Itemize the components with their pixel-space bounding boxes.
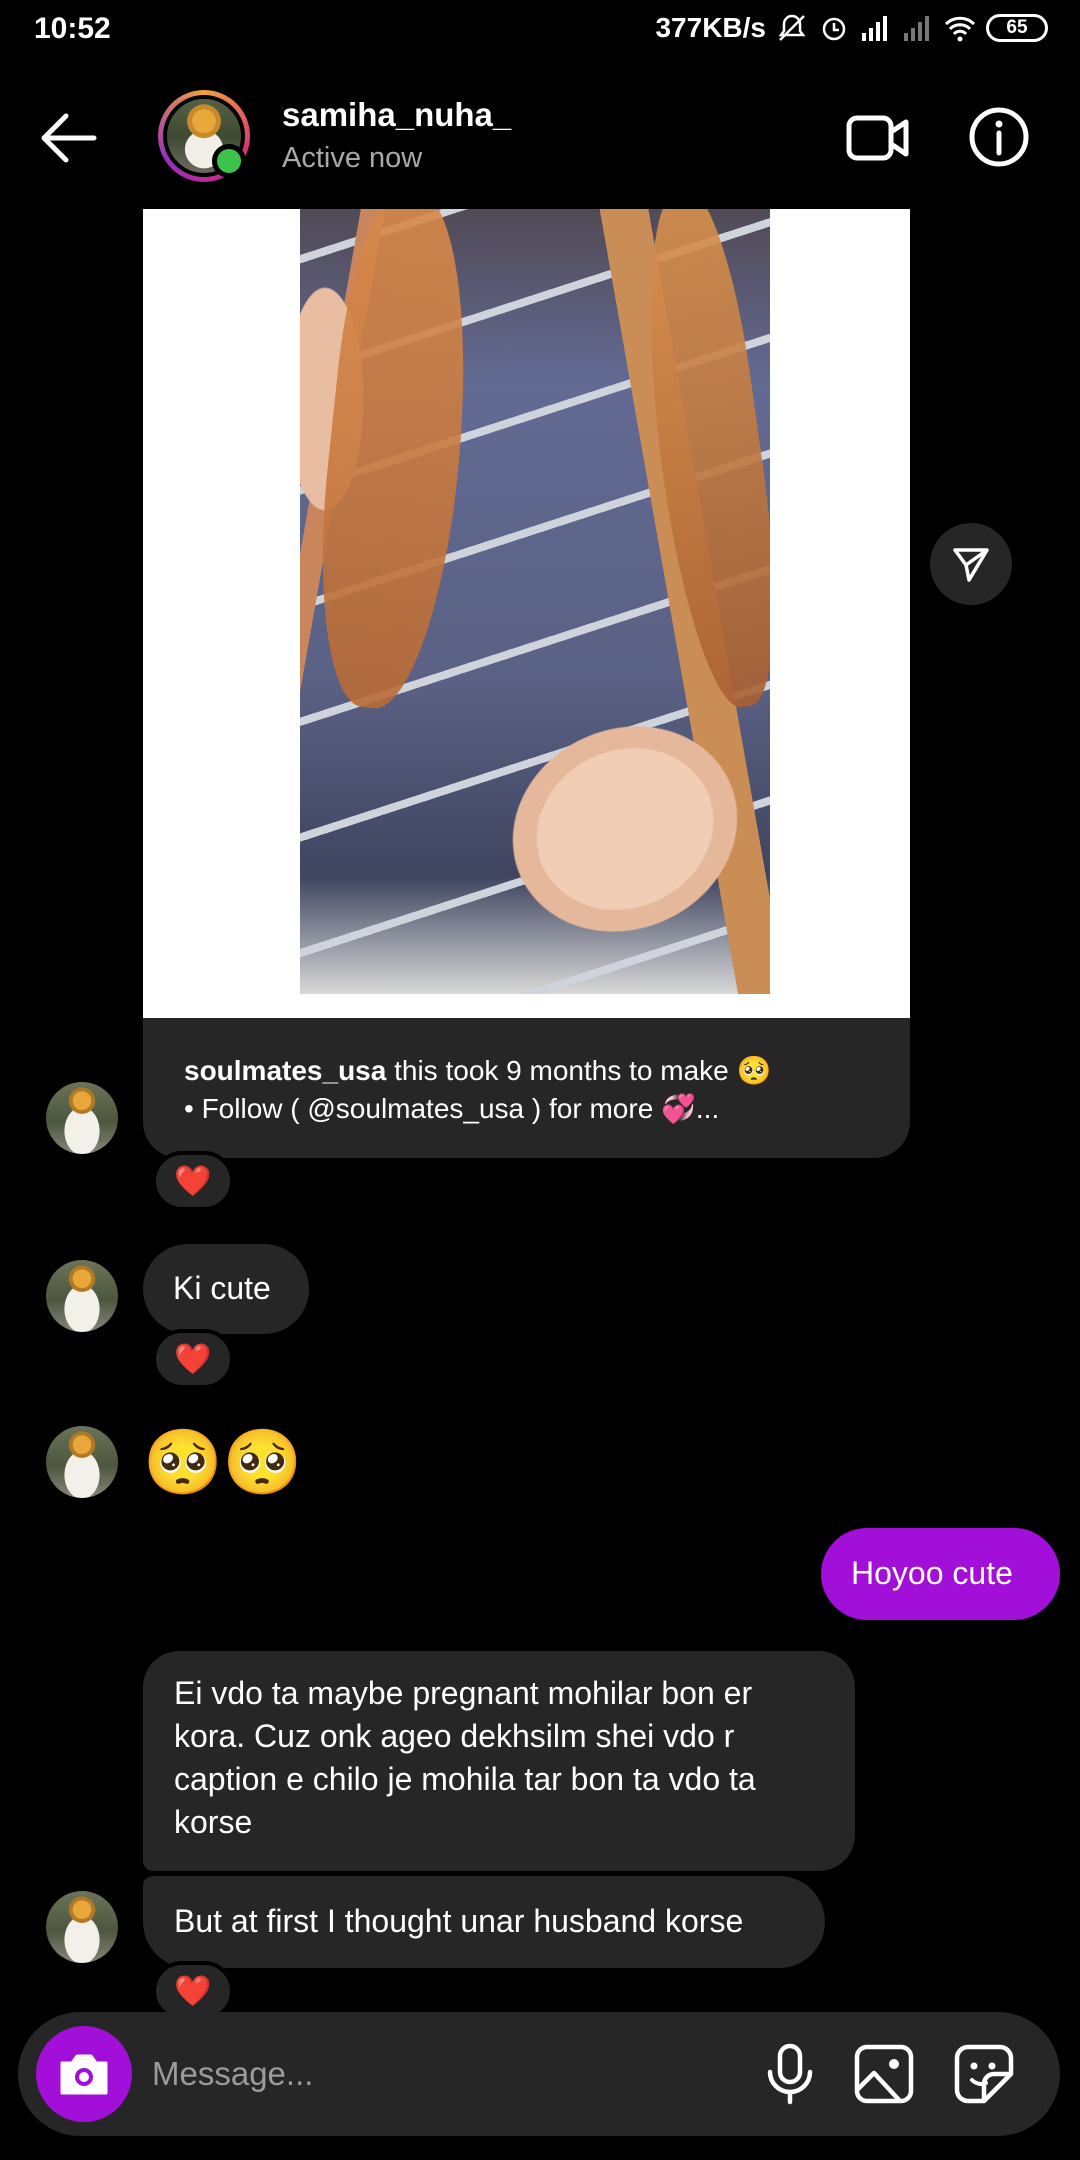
shared-post-caption[interactable]: soulmates_usa this took 9 months to make… <box>143 1018 910 1158</box>
heart-reaction[interactable]: ❤️ <box>152 1151 234 1211</box>
chat-username[interactable]: samiha_nuha_ <box>282 96 511 134</box>
battery-indicator: 65 <box>986 14 1048 42</box>
avatar[interactable] <box>46 1082 118 1154</box>
message-bubble[interactable]: Ei vdo ta maybe pregnant mohilar bon er … <box>143 1651 855 1871</box>
signal-weak-icon <box>904 16 929 41</box>
heart-reaction[interactable]: ❤️ <box>152 1329 234 1389</box>
avatar[interactable] <box>46 1426 118 1498</box>
post-author: soulmates_usa <box>184 1055 387 1086</box>
online-indicator <box>212 144 246 178</box>
status-bar: 10:52 377KB/s 65 <box>0 0 1080 62</box>
camera-button[interactable] <box>36 2026 132 2122</box>
wifi-icon <box>944 16 976 42</box>
avatar[interactable] <box>46 1260 118 1332</box>
status-time: 10:52 <box>34 12 111 45</box>
message-input[interactable] <box>152 2044 712 2104</box>
arrow-left-icon[interactable] <box>38 110 100 166</box>
emoji-message[interactable]: 🥺🥺 <box>143 1422 302 1502</box>
gallery-icon[interactable] <box>852 2042 916 2106</box>
message-bubble[interactable]: Ki cute <box>143 1244 309 1334</box>
shared-post-media[interactable] <box>143 209 910 1018</box>
caption-line-2: • Follow ( @soulmates_usa ) for more 💞..… <box>184 1093 720 1124</box>
signal-icon <box>862 16 887 41</box>
message-bubble[interactable]: But at first I thought unar husband kors… <box>143 1876 825 1968</box>
network-speed: 377KB/s <box>655 12 766 43</box>
send-icon <box>953 548 989 582</box>
mute-icon <box>778 14 806 41</box>
alarm-icon <box>822 17 846 41</box>
my-message-bubble[interactable]: Hoyoo cute <box>821 1528 1060 1620</box>
shared-post-image <box>300 209 770 994</box>
chat-header: samiha_nuha_ Active now <box>0 84 1080 192</box>
info-icon[interactable] <box>968 106 1030 168</box>
caption-line-1: this took 9 months to make 🥺 <box>394 1055 772 1086</box>
share-post-button[interactable] <box>930 523 1012 605</box>
status-icons: 377KB/s 65 <box>655 12 1048 44</box>
message-composer <box>18 2012 1060 2136</box>
microphone-icon[interactable] <box>758 2042 822 2106</box>
sticker-icon[interactable] <box>952 2042 1016 2106</box>
camera-icon <box>60 2054 108 2095</box>
active-status: Active now <box>282 142 423 174</box>
avatar[interactable] <box>46 1891 118 1963</box>
video-camera-icon[interactable] <box>846 110 910 166</box>
